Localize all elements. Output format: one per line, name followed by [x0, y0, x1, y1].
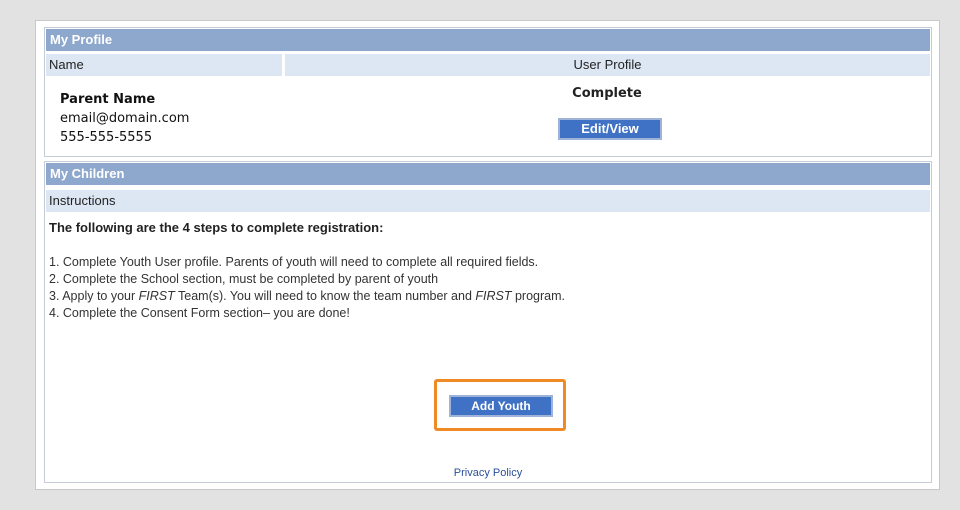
step-3-first-1: FIRST	[138, 289, 175, 303]
my-children-panel: My Children Instructions The following a…	[44, 161, 932, 483]
privacy-policy-link[interactable]: Privacy Policy	[45, 467, 931, 479]
name-column-header: Name	[46, 54, 282, 76]
step-3-post: program.	[511, 289, 565, 303]
profile-status: Complete	[572, 86, 642, 101]
parent-email: email@domain.com	[60, 111, 190, 126]
steps-heading: The following are the 4 steps to complet…	[49, 220, 384, 235]
edit-view-button[interactable]: Edit/View	[558, 118, 662, 140]
step-3-pre: 3. Apply to your	[49, 289, 139, 303]
user-profile-column-header: User Profile	[285, 54, 930, 76]
registration-page: My Profile Name User Profile Parent Name…	[35, 20, 940, 490]
instructions-label: Instructions	[46, 190, 930, 212]
step-3-first-2: FIRST	[475, 289, 512, 303]
profile-column-headers: Name User Profile	[46, 54, 930, 76]
step-1: 1. Complete Youth User profile. Parents …	[49, 255, 539, 269]
step-3: 3. Apply to your FIRST Team(s). You will…	[49, 288, 565, 305]
my-profile-panel: My Profile Name User Profile Parent Name…	[44, 27, 932, 157]
parent-info: Parent Name email@domain.com 555-555-555…	[60, 90, 189, 147]
step-4: 4. Complete the Consent Form section– yo…	[49, 306, 350, 320]
add-youth-button[interactable]: Add Youth	[449, 395, 553, 417]
step-2: 2. Complete the School section, must be …	[49, 272, 439, 286]
my-children-header: My Children	[46, 163, 930, 185]
my-profile-header: My Profile	[46, 29, 930, 51]
parent-phone: 555-555-5555	[60, 130, 153, 145]
step-3-mid: Team(s). You will need to know the team …	[174, 289, 476, 303]
parent-name: Parent Name	[60, 92, 156, 107]
registration-steps-list: 1. Complete Youth User profile. Parents …	[49, 254, 565, 322]
